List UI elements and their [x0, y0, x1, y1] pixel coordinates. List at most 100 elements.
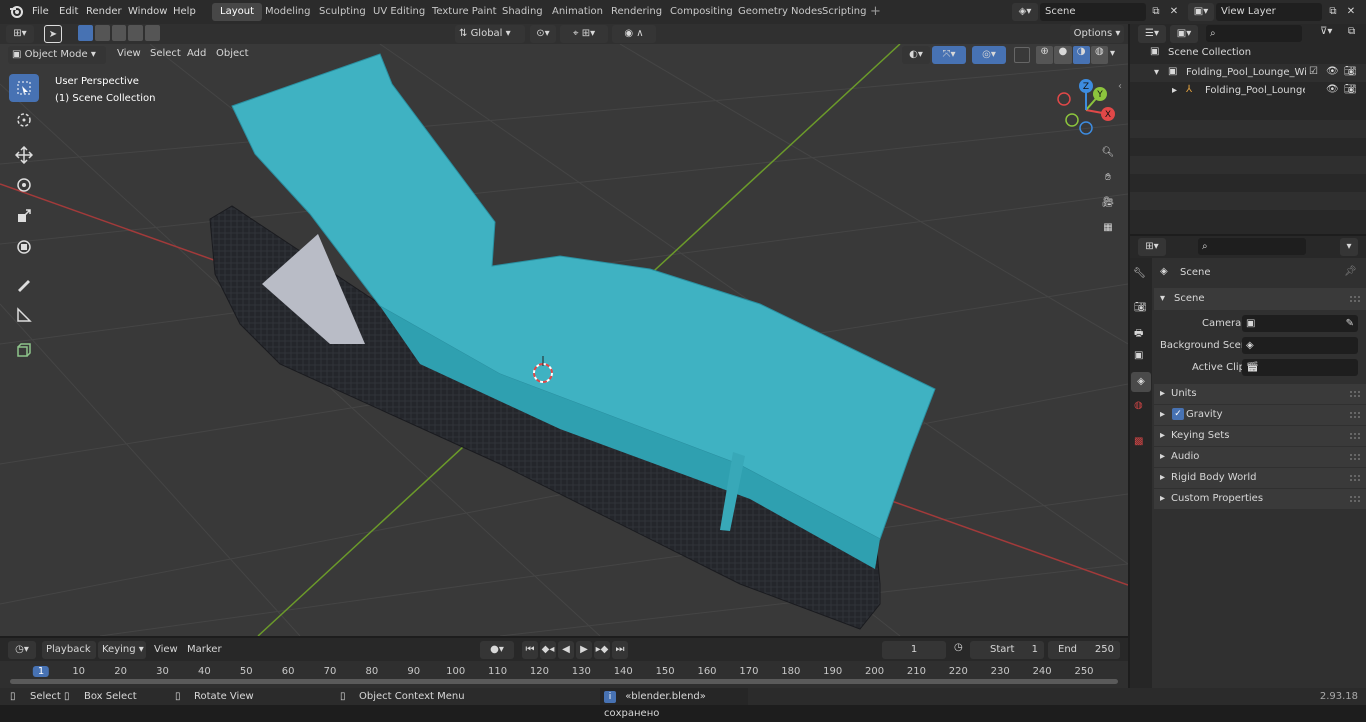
overlay-toggle-icon[interactable]: ◎▾ [972, 46, 1006, 64]
transform-tool-icon[interactable] [9, 233, 39, 261]
texture-tab-icon[interactable]: ▩ [1134, 436, 1143, 447]
tab-rendering[interactable]: Rendering [603, 3, 670, 21]
solid-shading-icon[interactable]: ● [1054, 46, 1072, 64]
play-reverse-icon[interactable]: ◀ [558, 641, 574, 659]
audio-panel-header[interactable]: ▸ Audio [1154, 447, 1366, 467]
visibility-eye-icon[interactable]: 👁︎ [1326, 84, 1339, 95]
scale-tool-icon[interactable] [9, 202, 39, 230]
view-layer-selector-icon[interactable]: ▣▾ [1188, 3, 1214, 21]
scene-panel-header[interactable]: ▾ Scene [1154, 288, 1366, 310]
menu-file[interactable]: File [28, 3, 53, 20]
render-camera-icon[interactable]: 📷︎ [1344, 84, 1357, 95]
scene-tab-icon[interactable]: ◈ [1131, 372, 1151, 392]
new-scene-icon[interactable]: ⧉ [1148, 4, 1164, 20]
properties-editor-type-icon[interactable]: ⊞▾ [1138, 238, 1166, 256]
start-frame-field[interactable]: Start 1 [970, 641, 1044, 659]
active-tool-icon[interactable]: ➤ [44, 25, 62, 43]
add-cube-tool-icon[interactable] [9, 336, 39, 364]
outliner-row-item[interactable]: ▸ ⅄ Folding_Pool_Lounge_Wi 👁︎ 📷︎ [1130, 82, 1366, 100]
world-tab-icon[interactable]: ◍ [1134, 400, 1143, 411]
timeline-editor-type-icon[interactable]: ◷▾ [8, 641, 36, 659]
custom-properties-panel-header[interactable]: ▸ Custom Properties [1154, 489, 1366, 509]
view-layer-field[interactable]: View Layer [1216, 3, 1322, 21]
shading-modes[interactable]: ⊕ ● ◑ ◍ [1036, 46, 1108, 64]
render-camera-icon[interactable]: 📷︎ [1344, 66, 1357, 77]
tab-modeling[interactable]: Modeling [257, 3, 319, 21]
gizmo-toggle-icon[interactable]: ⤧▾ [932, 46, 966, 64]
material-shading-icon[interactable]: ◑ [1072, 46, 1090, 64]
tab-layout[interactable]: Layout [212, 3, 262, 21]
menu-window[interactable]: Window [124, 3, 171, 20]
timeline-scrollbar[interactable] [10, 679, 1118, 684]
tab-scripting[interactable]: Scripting [814, 3, 874, 21]
selection-mode-icons[interactable] [78, 25, 160, 43]
menu-edit[interactable]: Edit [55, 3, 82, 20]
snap-icon[interactable]: ⌖ ⊞▾ [560, 25, 608, 43]
outliner-row-scene-collection[interactable]: ▣ Scene Collection [1130, 44, 1366, 62]
annotate-tool-icon[interactable] [9, 270, 39, 298]
timeline-playhead[interactable]: 1 [32, 666, 50, 677]
editor-type-icon[interactable]: ⊞▾ [6, 25, 34, 43]
wireframe-shading-icon[interactable]: ⊕ [1036, 46, 1054, 64]
tool-settings-tab-icon[interactable]: 🔧︎ [1133, 268, 1146, 279]
rigid-body-world-panel-header[interactable]: ▸ Rigid Body World [1154, 468, 1366, 488]
stopwatch-icon[interactable]: ◷ [954, 642, 963, 653]
3d-viewport[interactable]: ▣ Object Mode ▾ View Select Add Object ◐… [0, 44, 1128, 636]
ortho-toggle-icon[interactable]: ▦ [1097, 216, 1119, 238]
shading-options-icon[interactable]: ▾ [1110, 48, 1115, 59]
expand-arrow-icon[interactable]: ▸ [1172, 85, 1177, 96]
render-tab-icon[interactable]: 📷︎ [1134, 302, 1147, 313]
timeline-menu-keying[interactable]: Keying ▾ [98, 641, 146, 659]
timeline-menu-marker[interactable]: Marker [187, 644, 222, 655]
end-frame-field[interactable]: End 250 [1048, 641, 1120, 659]
outliner-editor-type-icon[interactable]: ☰▾ [1138, 25, 1166, 43]
output-tab-icon[interactable]: 🖶︎ [1134, 326, 1143, 343]
properties-search-input[interactable]: ⌕ [1198, 238, 1306, 255]
viewport-menu-select[interactable]: Select [150, 48, 181, 59]
sidebar-toggle-icon[interactable]: ‹ [1118, 81, 1122, 92]
view-layer-tab-icon[interactable]: ▣ [1134, 350, 1143, 361]
tab-shading[interactable]: Shading [494, 3, 551, 21]
delete-view-layer-icon[interactable]: ✕ [1343, 4, 1359, 20]
delete-scene-icon[interactable]: ✕ [1166, 4, 1182, 20]
rotate-tool-icon[interactable] [9, 171, 39, 199]
prev-keyframe-icon[interactable]: ◆◂ [540, 641, 556, 659]
menu-help[interactable]: Help [169, 3, 200, 20]
next-keyframe-icon[interactable]: ▸◆ [594, 641, 610, 659]
tab-uv-editing[interactable]: UV Editing [365, 3, 433, 21]
pin-icon[interactable]: 📌︎ [1344, 266, 1357, 277]
viewport-menu-add[interactable]: Add [187, 48, 206, 59]
jump-end-icon[interactable]: ⏭ [612, 641, 628, 659]
scene-name-field[interactable]: Scene [1040, 3, 1146, 21]
jump-start-icon[interactable]: ⏮ [522, 641, 538, 659]
object-mode-dropdown[interactable]: ▣ Object Mode ▾ [8, 46, 106, 64]
background-scene-field[interactable]: ◈ [1242, 337, 1358, 354]
select-box-tool-icon[interactable] [9, 74, 39, 102]
report-message[interactable]: i «blender.blend» сохранено [600, 688, 748, 719]
tab-animation[interactable]: Animation [544, 3, 611, 21]
outliner-display-mode-icon[interactable]: ▣▾ [1170, 25, 1198, 43]
properties-options-icon[interactable]: ▾ [1340, 238, 1358, 256]
gravity-checkbox[interactable]: ✓ [1172, 408, 1184, 420]
pivot-icon[interactable]: ⊙▾ [530, 25, 556, 43]
exclude-checkbox-icon[interactable]: ☑ [1309, 66, 1318, 77]
expand-arrow-icon[interactable]: ▾ [1154, 67, 1159, 78]
xray-icon[interactable] [1014, 47, 1030, 63]
measure-tool-icon[interactable] [9, 301, 39, 329]
camera-view-icon[interactable]: 🎥︎ [1097, 191, 1119, 213]
proportional-edit-icon[interactable]: ◉ ∧ [612, 25, 656, 43]
outliner-filter-icon[interactable]: ⊽▾ [1320, 26, 1332, 37]
add-workspace-icon[interactable]: + [870, 4, 884, 20]
navigation-gizmo[interactable]: X Y Z [1054, 78, 1118, 142]
timeline-menu-view[interactable]: View [154, 644, 178, 655]
visibility-eye-icon[interactable]: 👁︎ [1326, 66, 1339, 77]
options-button[interactable]: Options ▾ [1070, 25, 1124, 43]
move-tool-icon[interactable] [9, 141, 39, 169]
new-collection-icon[interactable]: ⧉ [1348, 26, 1355, 37]
viewport-menu-object[interactable]: Object [216, 48, 249, 59]
tab-texture-paint[interactable]: Texture Paint [424, 3, 505, 21]
menu-render[interactable]: Render [82, 3, 126, 20]
new-view-layer-icon[interactable]: ⧉ [1325, 4, 1341, 20]
pan-hand-icon[interactable]: ✋︎ [1097, 166, 1119, 188]
tab-compositing[interactable]: Compositing [662, 3, 741, 21]
